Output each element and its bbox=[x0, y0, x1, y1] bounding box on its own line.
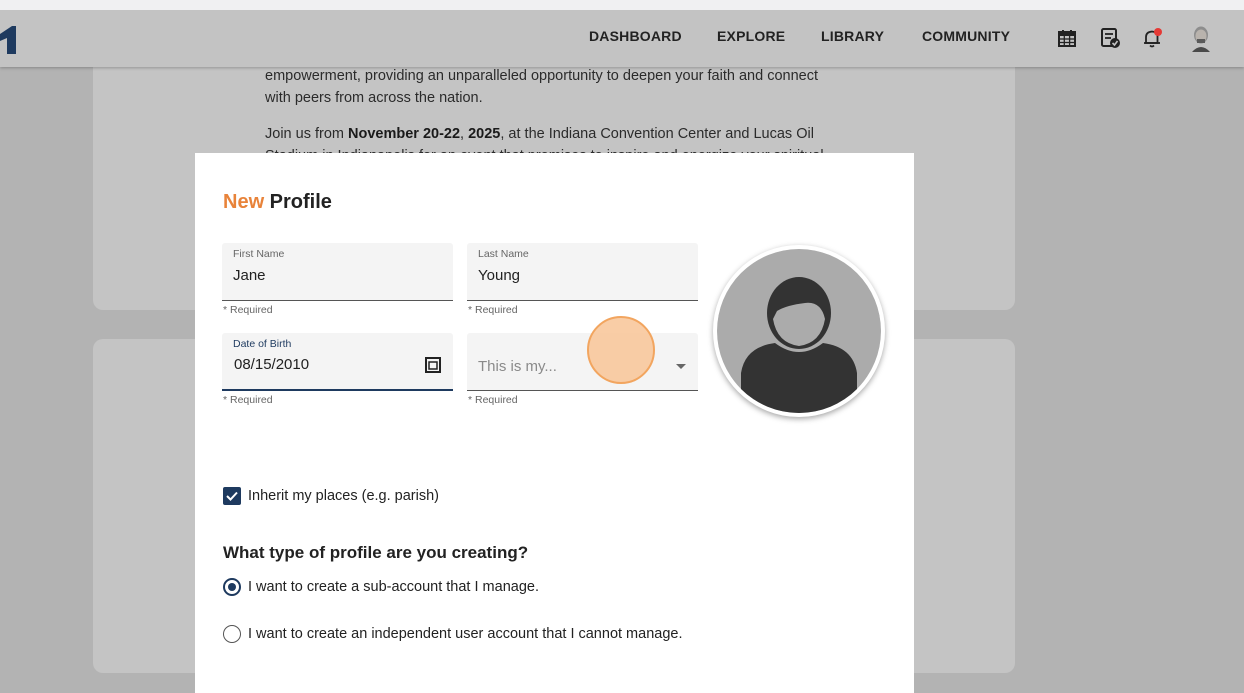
radio-independent-account[interactable] bbox=[223, 625, 241, 643]
last-name-hint: * Required bbox=[468, 304, 518, 316]
logo-icon[interactable] bbox=[0, 24, 20, 54]
inherit-places-label[interactable]: Inherit my places (e.g. parish) bbox=[248, 488, 439, 504]
inherit-places-checkbox[interactable] bbox=[223, 487, 241, 505]
card-paragraph-1: empowerment, providing an unparalleled o… bbox=[265, 65, 835, 109]
title-accent: New bbox=[223, 191, 265, 213]
notification-bell-icon[interactable] bbox=[1138, 24, 1166, 52]
first-name-field[interactable]: First Name Jane bbox=[222, 243, 453, 301]
relation-placeholder: This is my... bbox=[478, 358, 557, 375]
new-profile-dialog: New Profile First Name Jane * Required L… bbox=[195, 153, 914, 693]
first-name-label: First Name bbox=[233, 248, 285, 260]
person-silhouette-icon bbox=[717, 249, 881, 413]
calendar-picker-icon[interactable] bbox=[425, 357, 441, 373]
profile-type-question: What type of profile are you creating? bbox=[223, 543, 529, 562]
last-name-label: Last Name bbox=[478, 248, 529, 260]
radio-sub-account-label[interactable]: I want to create a sub-account that I ma… bbox=[248, 579, 539, 595]
nav-dashboard[interactable]: DASHBOARD bbox=[589, 28, 682, 44]
user-avatar[interactable] bbox=[1187, 24, 1215, 52]
checkmark-icon bbox=[226, 491, 238, 501]
date-of-birth-field[interactable]: Date of Birth 08/15/2010 bbox=[222, 333, 453, 391]
relation-hint: * Required bbox=[468, 394, 518, 406]
top-navigation-bar: DASHBOARD EXPLORE LIBRARY COMMUNITY bbox=[0, 10, 1244, 67]
card-line-1: empowerment, providing an unparalleled o… bbox=[265, 68, 818, 84]
last-name-field[interactable]: Last Name Young bbox=[467, 243, 698, 301]
radio-independent-account-label[interactable]: I want to create an independent user acc… bbox=[248, 626, 683, 642]
first-name-value[interactable]: Jane bbox=[233, 267, 266, 284]
dialog-title: New Profile bbox=[223, 191, 332, 214]
date-of-birth-hint: * Required bbox=[223, 394, 273, 406]
last-name-value[interactable]: Young bbox=[478, 267, 520, 284]
first-name-hint: * Required bbox=[223, 304, 273, 316]
nav-library[interactable]: LIBRARY bbox=[821, 28, 884, 44]
card-line-3: Join us from November 20-22, 2025, at th… bbox=[265, 126, 814, 142]
title-rest: Profile bbox=[264, 191, 332, 213]
card-line-2: with peers from across the nation. bbox=[265, 90, 483, 106]
nav-explore[interactable]: EXPLORE bbox=[717, 28, 785, 44]
profile-photo-placeholder[interactable] bbox=[713, 245, 885, 417]
click-indicator bbox=[587, 316, 655, 384]
nav-community[interactable]: COMMUNITY bbox=[922, 28, 1010, 44]
chevron-down-icon[interactable] bbox=[676, 364, 686, 370]
notification-dot bbox=[1154, 28, 1162, 36]
date-of-birth-label: Date of Birth bbox=[233, 338, 292, 350]
relation-select[interactable]: This is my... bbox=[467, 333, 698, 391]
calendar-icon[interactable] bbox=[1053, 24, 1081, 52]
task-list-icon[interactable] bbox=[1096, 24, 1124, 52]
radio-sub-account[interactable] bbox=[223, 578, 241, 596]
date-of-birth-value[interactable]: 08/15/2010 bbox=[234, 356, 309, 373]
